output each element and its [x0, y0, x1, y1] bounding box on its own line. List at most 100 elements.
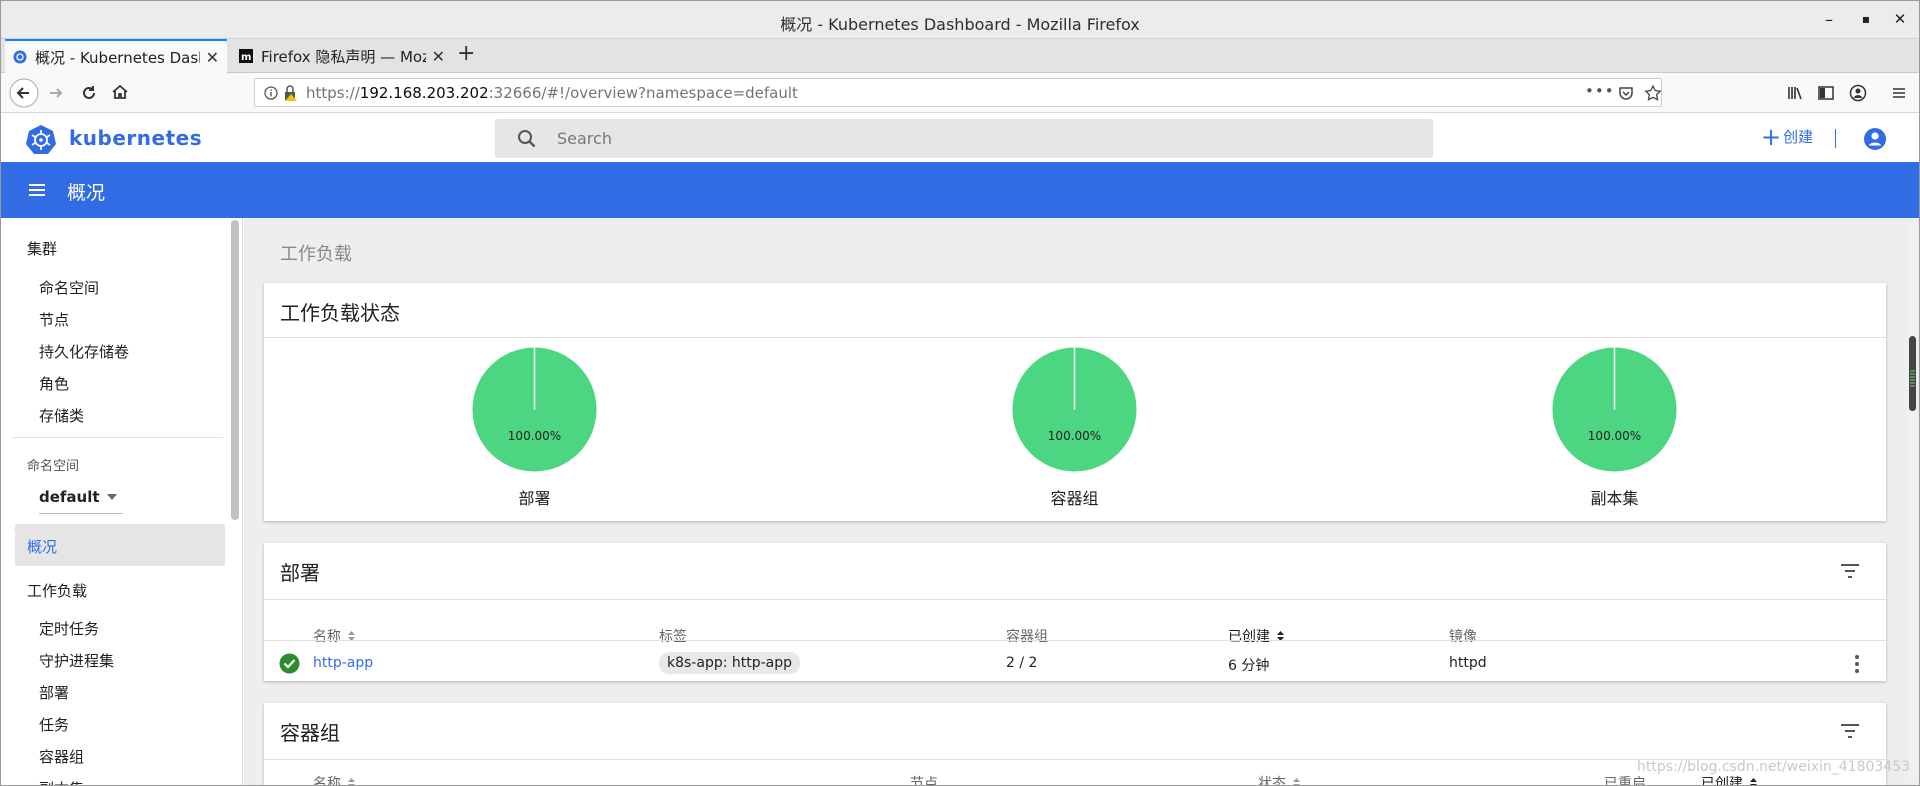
page-toolbar-title: 概况: [67, 182, 106, 204]
create-button[interactable]: + 创建: [1761, 123, 1813, 151]
filter-icon[interactable]: [1840, 723, 1860, 739]
header-divider: [1835, 129, 1836, 148]
card-title: 容器组: [280, 721, 340, 745]
home-icon[interactable]: [111, 83, 129, 101]
card-title: 工作负载状态: [280, 301, 400, 325]
url-bar[interactable]: https://192.168.203.202:32666/#!/overvie…: [254, 78, 1662, 107]
card-title: 部署: [280, 561, 320, 585]
sidebar-item-overview[interactable]: 概况: [15, 524, 225, 566]
account-icon[interactable]: [1849, 84, 1867, 102]
kubernetes-favicon-icon: [13, 50, 27, 64]
close-window-button[interactable]: ✕: [1890, 10, 1910, 28]
sidebar-heading-workloads[interactable]: 工作负载: [27, 580, 87, 601]
maximize-button[interactable]: ▪: [1856, 12, 1876, 26]
mozilla-favicon-icon: m: [239, 49, 253, 63]
sidebar-item-namespaces[interactable]: 命名空间: [39, 277, 99, 298]
pie-label: 副本集: [1590, 489, 1639, 508]
sidebar-nav: 集群 命名空间 节点 持久化存储卷 角色 存储类 命名空间 default 概况…: [1, 218, 243, 785]
sidebar-item-cron-jobs[interactable]: 定时任务: [39, 618, 99, 639]
sidebar-toggle-icon[interactable]: [1817, 84, 1835, 102]
column-header-pods: 容器组: [1006, 629, 1048, 645]
minimize-button[interactable]: –: [1819, 10, 1839, 29]
namespace-select[interactable]: default: [39, 488, 123, 514]
close-tab-icon[interactable]: ✕: [432, 47, 445, 66]
main-scrollbar[interactable]: [1908, 221, 1917, 781]
menu-icon[interactable]: [26, 179, 48, 201]
pie-percent-label: 100.00%: [508, 429, 561, 443]
pie-label: 部署: [518, 489, 551, 508]
sidebar-item-jobs[interactable]: 任务: [39, 714, 69, 735]
page-actions-icon[interactable]: •••: [1585, 82, 1615, 100]
sidebar-item-nodes[interactable]: 节点: [39, 309, 69, 330]
library-icon[interactable]: [1786, 84, 1804, 102]
search-input[interactable]: Search: [495, 119, 1433, 158]
window-title: 概况 - Kubernetes Dashboard - Mozilla Fire…: [780, 15, 1140, 34]
status-ok-icon: [279, 653, 300, 674]
forward-icon[interactable]: [47, 84, 65, 102]
new-tab-button[interactable]: +: [457, 41, 475, 66]
reload-icon[interactable]: [80, 84, 98, 102]
pie-chart: 100.00%: [472, 347, 597, 472]
sort-icon: [1293, 778, 1300, 785]
deployment-name-link[interactable]: http-app: [313, 655, 373, 671]
app-header: kubernetes Search + 创建: [1, 113, 1919, 162]
sidebar-item-replica-sets[interactable]: 副本集: [39, 778, 84, 785]
pie-replica-sets[interactable]: 100.00% 副本集: [1552, 347, 1677, 508]
sidebar-heading-cluster[interactable]: 集群: [27, 238, 57, 259]
column-header-node: 节点: [910, 776, 938, 786]
tab-kubernetes-dashboard[interactable]: 概况 - Kubernetes Dashb ✕: [5, 39, 227, 73]
user-account-icon[interactable]: [1863, 127, 1887, 151]
brand-name[interactable]: kubernetes: [69, 126, 202, 150]
svg-text:m: m: [241, 52, 251, 63]
url-text: https://192.168.203.202:32666/#!/overvie…: [306, 84, 798, 102]
column-header-images: 镜像: [1449, 629, 1477, 645]
sidebar-item-deployments[interactable]: 部署: [39, 682, 69, 703]
insecure-lock-icon[interactable]: [283, 84, 299, 102]
sidebar-item-daemon-sets[interactable]: 守护进程集: [39, 650, 114, 671]
search-icon: [518, 130, 536, 148]
pie-percent-label: 100.00%: [1588, 429, 1641, 443]
kubernetes-logo-icon[interactable]: [25, 124, 57, 156]
pocket-icon[interactable]: [1618, 85, 1634, 101]
info-icon[interactable]: [264, 86, 278, 100]
deployment-created: 6 分钟: [1228, 658, 1270, 674]
sidebar-divider: [13, 437, 223, 438]
browser-window: 概况 - Kubernetes Dashboard - Mozilla Fire…: [0, 0, 1920, 786]
column-header-labels: 标签: [659, 629, 687, 645]
workload-status-card: 工作负载状态 100.00% 部署 100.00% 容器组 100.00% 副本…: [264, 283, 1886, 521]
pie-pods[interactable]: 100.00% 容器组: [1012, 347, 1137, 508]
more-actions-icon[interactable]: [1854, 654, 1860, 674]
tab-label: 概况 - Kubernetes Dashb: [35, 48, 200, 67]
section-title: 工作负载: [280, 244, 352, 265]
column-header-name[interactable]: 名称: [313, 773, 356, 785]
tab-firefox-privacy[interactable]: m Firefox 隐私声明 — Mozi ✕: [231, 39, 453, 73]
filter-icon[interactable]: [1840, 563, 1860, 579]
back-button[interactable]: [9, 78, 39, 108]
sort-icon: [1750, 778, 1757, 785]
card-divider: [264, 337, 1886, 338]
column-header-status[interactable]: 状态: [1258, 773, 1301, 785]
sidebar-item-persistent-volumes[interactable]: 持久化存储卷: [39, 341, 129, 362]
sidebar-scrollbar[interactable]: [231, 220, 239, 520]
pie-deployments[interactable]: 100.00% 部署: [472, 347, 597, 508]
namespace-label: 命名空间: [27, 459, 80, 474]
deployment-pods: 2 / 2: [1006, 655, 1038, 671]
create-label: 创建: [1783, 128, 1814, 146]
table-divider: [264, 640, 1886, 641]
sidebar-item-pods[interactable]: 容器组: [39, 746, 84, 767]
column-header-name[interactable]: 名称: [313, 626, 356, 646]
bookmark-star-icon[interactable]: [1644, 84, 1662, 102]
hamburger-menu-icon[interactable]: [1890, 84, 1908, 102]
page-toolbar: 概况: [1, 162, 1919, 218]
add-icon: +: [1761, 123, 1782, 151]
close-tab-icon[interactable]: ✕: [206, 48, 219, 67]
column-header-created[interactable]: 已创建: [1228, 626, 1285, 646]
sidebar-item-roles[interactable]: 角色: [39, 373, 69, 394]
namespace-value: default: [39, 488, 100, 506]
pie-chart: 100.00%: [1552, 347, 1677, 472]
sidebar-item-storage-classes[interactable]: 存储类: [39, 405, 84, 426]
search-placeholder: Search: [557, 129, 612, 148]
card-divider: [264, 599, 1886, 600]
watermark-text: https://blog.csdn.net/weixin_41803453: [1637, 759, 1911, 775]
pie-label: 容器组: [1050, 489, 1099, 508]
